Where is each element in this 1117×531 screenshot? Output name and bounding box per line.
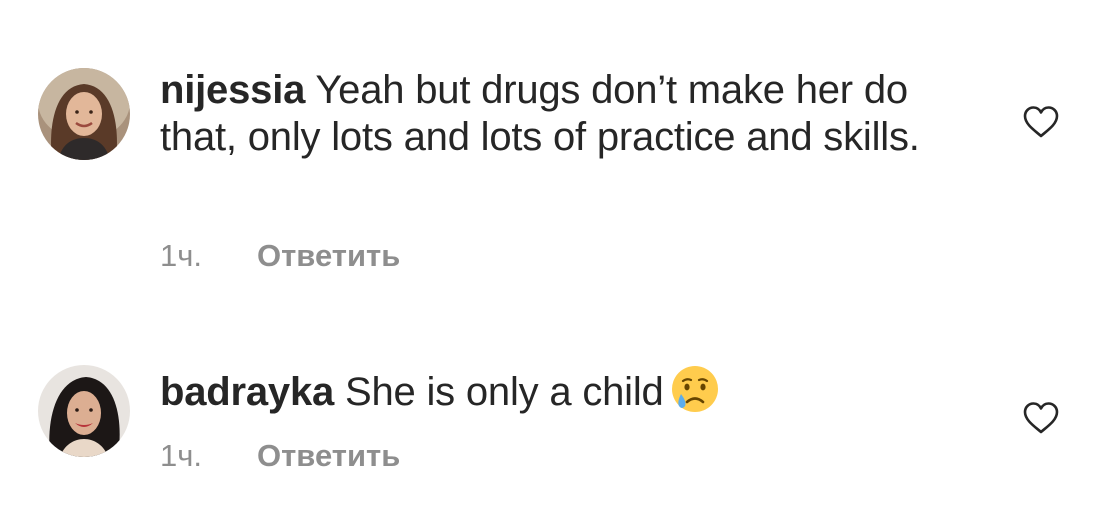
reply-button[interactable]: Ответить [257, 238, 400, 273]
username[interactable]: nijessia [160, 68, 305, 112]
comment-text: nijessia Yeah but drugs don’t make her d… [160, 67, 970, 161]
timestamp: 1ч. [160, 438, 203, 473]
like-button[interactable] [1022, 105, 1060, 139]
avatar-image [38, 68, 130, 160]
heart-outline-icon [1023, 402, 1059, 434]
heart-outline-icon [1023, 106, 1059, 138]
comment-text: badrayka She is only a child [160, 364, 970, 416]
comment-meta: 1ч. Ответить [160, 438, 400, 474]
comment-meta: 1ч. Ответить [160, 238, 400, 274]
comment-item: nijessia Yeah but drugs don’t make her d… [0, 0, 1117, 300]
username[interactable]: badrayka [160, 370, 334, 414]
avatar[interactable] [38, 365, 130, 457]
timestamp: 1ч. [160, 238, 203, 273]
comment-message: She is only a child [345, 370, 664, 414]
comment-item: badrayka She is only a child 1ч. Ответить [0, 300, 1117, 531]
crying-face-emoji [670, 364, 720, 414]
comment-content: nijessia Yeah but drugs don’t make her d… [160, 67, 970, 161]
avatar-image [38, 365, 130, 457]
comment-content: badrayka She is only a child [160, 364, 970, 416]
like-button[interactable] [1022, 401, 1060, 435]
avatar[interactable] [38, 68, 130, 160]
reply-button[interactable]: Ответить [257, 438, 400, 473]
